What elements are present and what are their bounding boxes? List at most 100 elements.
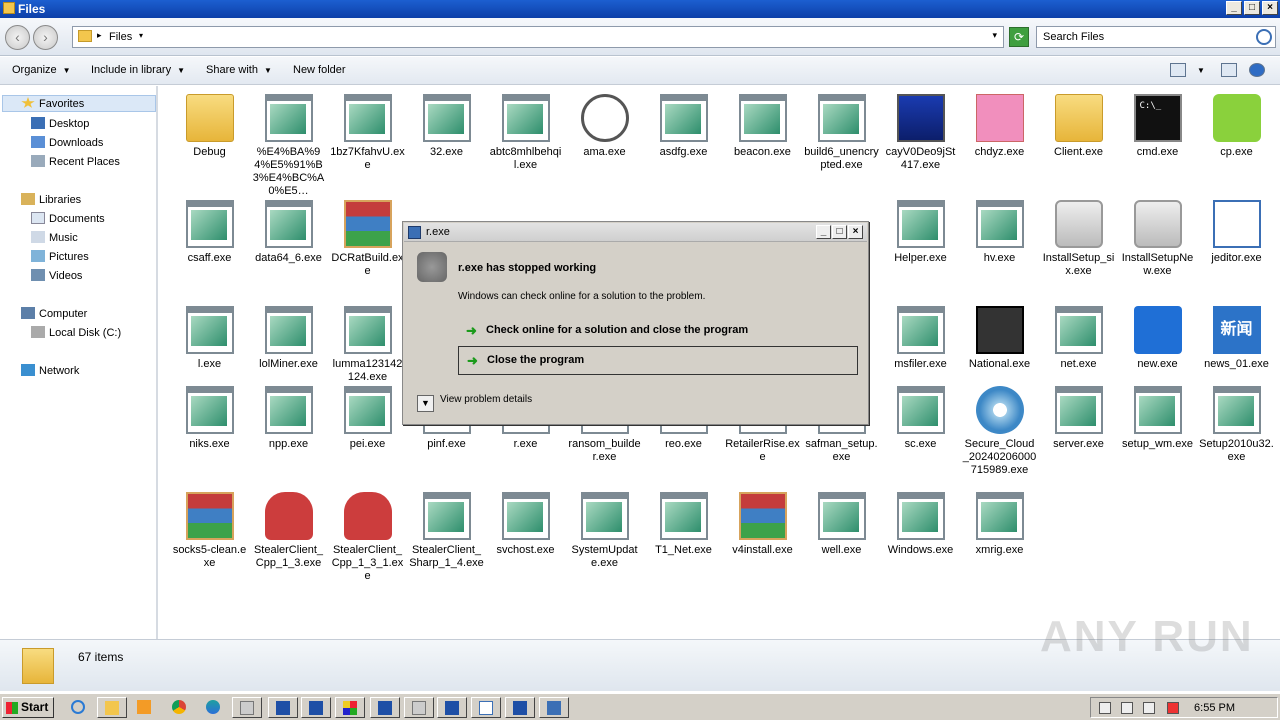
file-item[interactable]: build6_unencrypted.exe (802, 94, 881, 172)
file-item[interactable]: setup_wm.exe (1118, 386, 1197, 451)
organize-button[interactable]: Organize ▼ (12, 64, 71, 76)
maximize-button[interactable]: □ (1244, 1, 1260, 15)
forward-button[interactable]: › (33, 25, 58, 50)
file-item[interactable]: new.exe (1118, 306, 1197, 371)
taskbar-app-button[interactable] (335, 697, 365, 718)
file-item[interactable]: niks.exe (170, 386, 249, 451)
file-item[interactable]: pei.exe (328, 386, 407, 451)
explorer-taskbar-button[interactable] (97, 697, 127, 718)
file-item[interactable]: hv.exe (960, 200, 1039, 265)
start-button[interactable]: Start (2, 697, 54, 718)
file-item[interactable]: npp.exe (249, 386, 328, 451)
view-options-icon[interactable] (1170, 63, 1186, 77)
preview-pane-icon[interactable] (1221, 63, 1237, 77)
address-field[interactable]: ▸ Files ▾ ▾ (72, 26, 1004, 48)
file-item[interactable]: National.exe (960, 306, 1039, 371)
file-item[interactable]: 32.exe (407, 94, 486, 159)
taskbar-app-button[interactable] (505, 697, 535, 718)
file-item[interactable]: SystemUpdate.exe (565, 492, 644, 570)
dialog-minimize-button[interactable]: _ (816, 225, 831, 239)
new-folder-button[interactable]: New folder (293, 64, 346, 76)
check-online-button[interactable]: ➜ Check online for a solution and close t… (458, 317, 858, 346)
taskbar-app-button[interactable] (301, 697, 331, 718)
sidebar-item-recent[interactable]: Recent Places (31, 155, 120, 168)
file-item[interactable]: InstallSetup_six.exe (1039, 200, 1118, 278)
sidebar-item-localdisk[interactable]: Local Disk (C:) (31, 326, 121, 339)
address-dropdown-icon[interactable]: ▾ (992, 30, 997, 41)
file-item[interactable]: chdyz.exe (960, 94, 1039, 159)
breadcrumb-arrow-icon[interactable]: ▸ (97, 30, 102, 41)
breadcrumb-caret-icon[interactable]: ▾ (139, 31, 143, 40)
dialog-close-button[interactable]: × (848, 225, 863, 239)
network-icon[interactable] (1121, 702, 1133, 714)
file-item[interactable]: beacon.exe (723, 94, 802, 159)
view-dropdown-icon[interactable]: ▼ (1197, 66, 1205, 75)
sidebar-item-network[interactable]: Network (21, 364, 79, 377)
file-item[interactable]: asdfg.exe (644, 94, 723, 159)
file-item[interactable]: cayV0Deo9jSt417.exe (881, 94, 960, 172)
file-item[interactable]: lolMiner.exe (249, 306, 328, 371)
file-item[interactable]: DCRatBuild.exe (328, 200, 407, 278)
file-item[interactable]: socks5-clean.exe (170, 492, 249, 570)
taskbar-app-button[interactable] (404, 697, 434, 718)
refresh-button[interactable]: ⟳ (1009, 27, 1029, 47)
taskbar-app-button[interactable] (471, 697, 501, 718)
clock[interactable]: 6:55 PM (1194, 702, 1235, 714)
minimize-button[interactable]: _ (1226, 1, 1242, 15)
file-item[interactable]: msfiler.exe (881, 306, 960, 371)
file-item[interactable]: Windows.exe (881, 492, 960, 557)
sidebar-item-documents[interactable]: Documents (31, 212, 105, 225)
file-item[interactable]: Secure_Cloud_20240206000715989.exe (960, 386, 1039, 477)
file-item[interactable]: 新闻 news_01.exe (1197, 306, 1276, 371)
sidebar-item-music[interactable]: Music (31, 231, 78, 244)
search-input[interactable]: Search Files (1036, 26, 1276, 48)
file-item[interactable]: l.exe (170, 306, 249, 371)
include-in-library-button[interactable]: Include in library ▼ (91, 64, 185, 76)
security-alert-icon[interactable] (1167, 702, 1179, 714)
file-item[interactable]: server.exe (1039, 386, 1118, 451)
action-center-icon[interactable] (1099, 702, 1111, 714)
breadcrumb[interactable]: Files (109, 31, 132, 43)
volume-icon[interactable] (1143, 702, 1155, 714)
file-item[interactable]: data64_6.exe (249, 200, 328, 265)
media-player-taskbar-button[interactable] (130, 697, 160, 718)
file-item[interactable]: lumma123142124.exe (328, 306, 407, 384)
back-button[interactable]: ‹ (5, 25, 30, 50)
file-item[interactable]: Client.exe (1039, 94, 1118, 159)
file-item[interactable]: Setup2010u32.exe (1197, 386, 1276, 464)
file-item[interactable]: sc.exe (881, 386, 960, 451)
sidebar-item-libraries[interactable]: Libraries (21, 193, 81, 206)
taskbar-app-button[interactable] (268, 697, 298, 718)
file-item[interactable]: jeditor.exe (1197, 200, 1276, 265)
taskbar-app-button[interactable] (370, 697, 400, 718)
file-item[interactable]: 1bz7KfahvU.exe (328, 94, 407, 172)
file-item[interactable]: T1_Net.exe (644, 492, 723, 557)
sidebar-item-desktop[interactable]: Desktop (31, 117, 89, 130)
chrome-taskbar-button[interactable] (165, 697, 195, 718)
file-item[interactable]: xmrig.exe (960, 492, 1039, 557)
file-item[interactable]: ama.exe (565, 94, 644, 159)
file-item[interactable]: %E4%BA%94%E5%91%B3%E4%BC%A0%E5… (249, 94, 328, 198)
taskbar-app-button[interactable] (232, 697, 262, 718)
sidebar-item-videos[interactable]: Videos (31, 269, 82, 282)
search-icon[interactable] (1256, 29, 1272, 45)
file-item[interactable]: csaff.exe (170, 200, 249, 265)
ie-taskbar-button[interactable] (64, 697, 94, 718)
file-item[interactable]: Helper.exe (881, 200, 960, 265)
edge-taskbar-button[interactable] (199, 697, 229, 718)
file-item[interactable]: net.exe (1039, 306, 1118, 371)
view-details-toggle[interactable]: ▼ View problem details (417, 394, 532, 412)
file-item[interactable]: StealerClient_Cpp_1_3_1.exe (328, 492, 407, 583)
sidebar-item-favorites[interactable]: Favorites (2, 95, 156, 112)
help-icon[interactable] (1249, 63, 1265, 77)
file-item[interactable]: svchost.exe (486, 492, 565, 557)
file-item[interactable]: InstallSetupNew.exe (1118, 200, 1197, 278)
file-item[interactable]: StealerClient_Sharp_1_4.exe (407, 492, 486, 570)
dialog-maximize-button[interactable]: □ (832, 225, 847, 239)
share-with-button[interactable]: Share with ▼ (206, 64, 272, 76)
file-item[interactable]: well.exe (802, 492, 881, 557)
file-item[interactable]: cmd.exe (1118, 94, 1197, 159)
close-button[interactable]: × (1262, 1, 1278, 15)
file-item[interactable]: v4install.exe (723, 492, 802, 557)
taskbar-app-button[interactable] (437, 697, 467, 718)
